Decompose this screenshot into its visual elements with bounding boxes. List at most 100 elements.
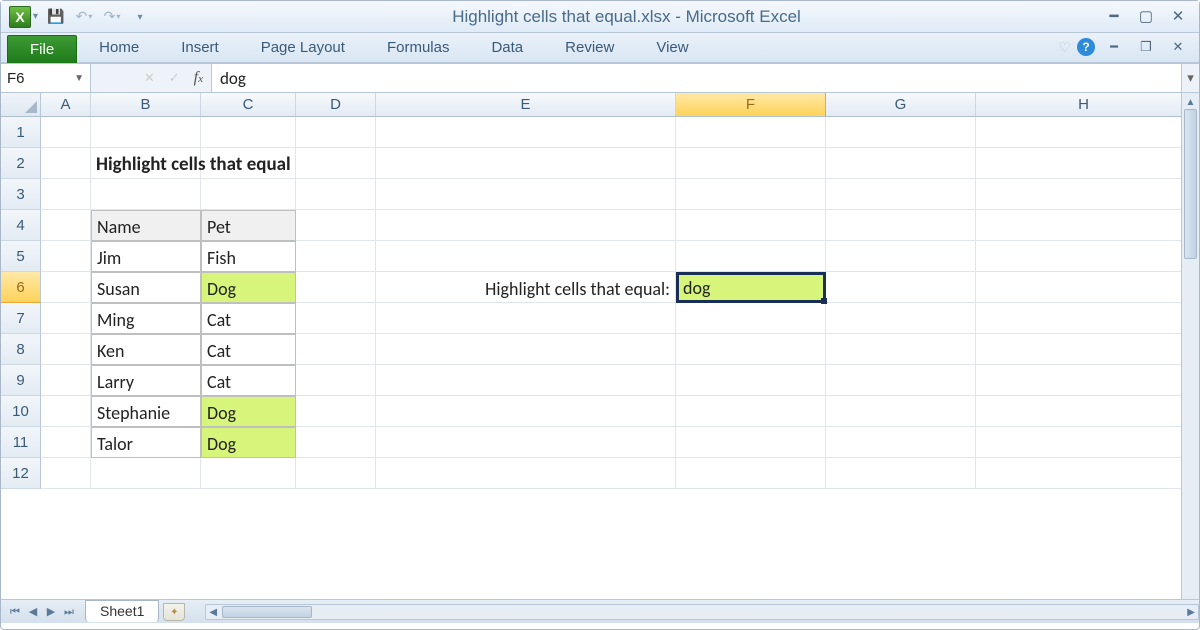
cell[interactable] [41,272,91,303]
nav-last-icon[interactable]: ⏭ [61,605,77,619]
cell[interactable] [676,148,826,179]
worksheet[interactable]: A B C D E F G H 1 2Highlight cells that … [1,93,1199,623]
cell[interactable] [91,117,201,148]
cell[interactable] [296,148,376,179]
tab-view[interactable]: View [636,34,708,62]
cell[interactable] [676,117,826,148]
formula-input[interactable]: dog [211,64,1181,92]
mdi-minimize[interactable]: ━ [1101,37,1127,57]
table-cell[interactable]: Dog [201,396,296,427]
table-cell[interactable]: Ming [91,303,201,334]
new-sheet-button[interactable]: ✦ [163,603,185,621]
cell[interactable] [296,272,376,303]
table-cell[interactable]: Cat [201,334,296,365]
tab-formulas[interactable]: Formulas [367,34,470,62]
cell[interactable] [201,117,296,148]
cell[interactable] [676,458,826,489]
cell[interactable] [376,334,676,365]
fx-icon[interactable]: fx [194,69,203,87]
table-header[interactable]: Name [91,210,201,241]
table-cell[interactable]: Fish [201,241,296,272]
close-button[interactable]: ✕ [1165,7,1191,27]
col-header[interactable]: G [826,93,976,116]
tab-home[interactable]: Home [79,34,159,62]
scroll-right-icon[interactable]: ▶ [1187,605,1195,618]
cell[interactable] [296,427,376,458]
help-button[interactable]: ? [1077,38,1095,56]
tab-page-layout[interactable]: Page Layout [241,34,365,62]
cell[interactable] [41,117,91,148]
table-cell[interactable]: Larry [91,365,201,396]
row-header[interactable]: 4 [1,210,41,241]
namebox-dropdown-icon[interactable]: ▼ [74,73,84,84]
cell[interactable] [826,458,976,489]
redo-button[interactable]: ↷▾ [100,5,124,29]
row-header[interactable]: 2 [1,148,41,179]
cell[interactable] [41,179,91,210]
grid[interactable]: 1 2Highlight cells that equal 3 4NamePet… [1,117,1199,623]
cell[interactable] [826,365,976,396]
maximize-button[interactable]: ▢ [1133,7,1159,27]
vertical-scrollbar[interactable]: ▲ ▼ [1181,93,1199,623]
cell[interactable] [676,241,826,272]
row-header[interactable]: 7 [1,303,41,334]
name-box[interactable]: F6 ▼ [1,64,91,92]
row-header[interactable]: 10 [1,396,41,427]
cell[interactable] [826,148,976,179]
cell[interactable] [41,458,91,489]
cell[interactable] [976,334,1192,365]
col-header[interactable]: E [376,93,676,116]
cell[interactable] [41,241,91,272]
cell[interactable] [376,179,676,210]
scroll-thumb[interactable] [1184,109,1197,259]
table-cell[interactable]: Cat [201,303,296,334]
formula-expand-icon[interactable]: ▾ [1181,64,1199,92]
mdi-restore[interactable]: ❐ [1133,37,1159,57]
cell[interactable] [976,148,1192,179]
row-header[interactable]: 6 [1,272,41,303]
table-cell[interactable]: Susan [91,272,201,303]
cell[interactable] [826,272,976,303]
cell[interactable] [676,427,826,458]
cell[interactable] [976,458,1192,489]
cell[interactable] [676,303,826,334]
minimize-button[interactable]: ━ [1101,7,1127,27]
save-button[interactable]: 💾 [44,5,68,29]
cell[interactable] [91,179,201,210]
qat-customize[interactable]: ▾ [128,5,152,29]
cell[interactable] [201,148,296,179]
cell[interactable] [826,427,976,458]
cell[interactable] [976,241,1192,272]
cell[interactable] [296,303,376,334]
col-header[interactable]: B [91,93,201,116]
nav-next-icon[interactable]: ▶ [43,605,59,619]
row-header[interactable]: 8 [1,334,41,365]
file-tab[interactable]: File [7,35,77,63]
cell[interactable] [676,365,826,396]
table-cell[interactable]: Dog [201,272,296,303]
col-header[interactable]: H [976,93,1192,116]
cell[interactable] [91,458,201,489]
cell[interactable] [41,396,91,427]
title-cell[interactable]: Highlight cells that equal [91,148,201,179]
cell[interactable] [826,303,976,334]
cell[interactable] [376,396,676,427]
prompt-cell[interactable]: Highlight cells that equal: [376,272,676,303]
criteria-cell[interactable] [676,272,826,303]
table-cell[interactable]: Ken [91,334,201,365]
table-cell[interactable]: Talor [91,427,201,458]
cell[interactable] [41,427,91,458]
table-cell[interactable]: Jim [91,241,201,272]
cell[interactable] [296,396,376,427]
scroll-left-icon[interactable]: ◀ [209,605,217,618]
col-header[interactable]: A [41,93,91,116]
table-header[interactable]: Pet [201,210,296,241]
app-menu-dd[interactable]: ▾ [33,9,38,22]
cell[interactable] [296,365,376,396]
horizontal-scrollbar[interactable]: ◀ ▶ [205,604,1199,620]
cell[interactable] [296,117,376,148]
cell[interactable] [376,241,676,272]
col-header[interactable]: D [296,93,376,116]
row-header[interactable]: 12 [1,458,41,489]
hscroll-thumb[interactable] [222,606,312,618]
